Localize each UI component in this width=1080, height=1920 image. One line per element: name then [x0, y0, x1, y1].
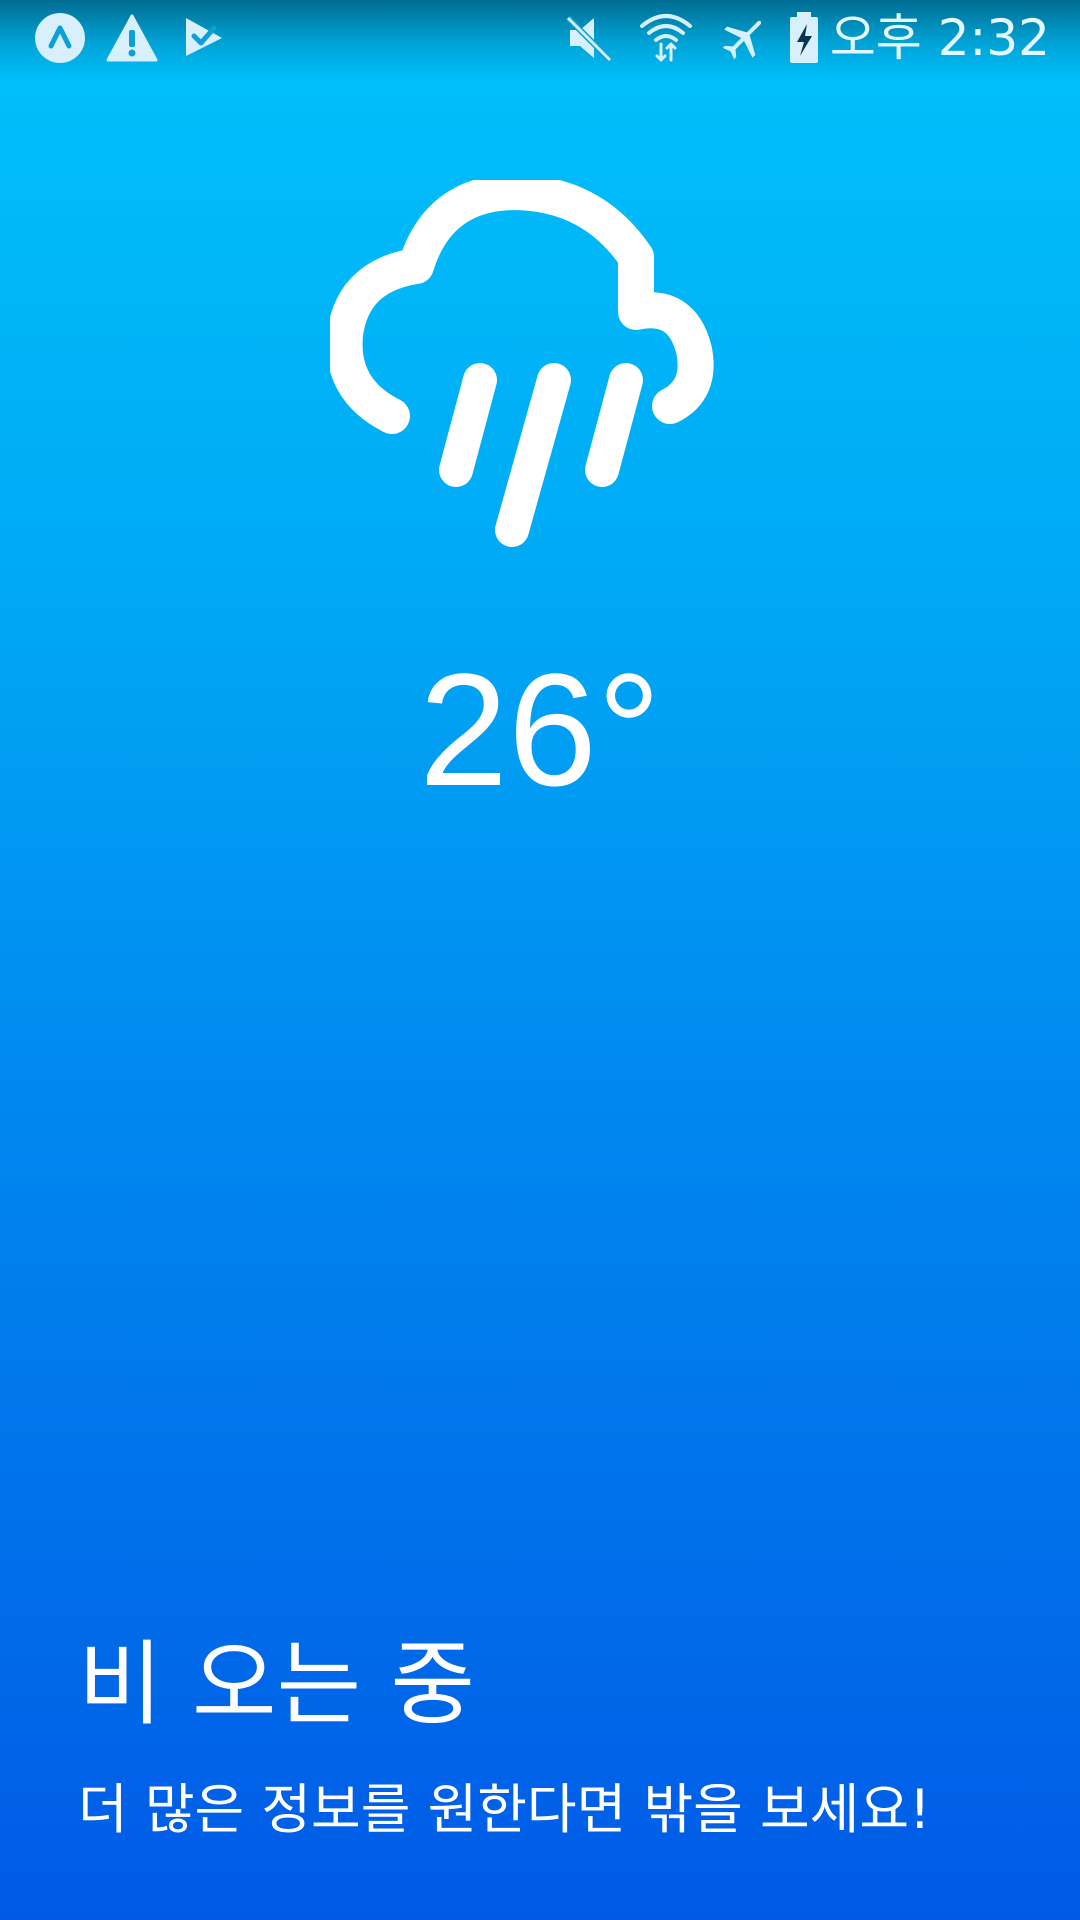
warning-icon — [104, 10, 160, 66]
mute-icon — [562, 10, 618, 66]
temperature-value: 26° — [419, 640, 661, 819]
airplane-mode-icon — [716, 10, 772, 66]
status-bar: 오후 2:32 — [0, 0, 1080, 80]
download-check-icon — [176, 10, 232, 66]
battery-charging-icon — [776, 10, 832, 66]
status-time: 오후 2:32 — [829, 9, 1050, 67]
weather-condition: 비 오는 중 — [78, 1631, 476, 1738]
weather-message: 더 많은 정보를 원한다면 밖을 보세요! — [78, 1778, 931, 1841]
wifi-icon — [638, 10, 694, 66]
rain-cloud-icon — [326, 174, 750, 560]
app-notification-icon — [32, 10, 88, 66]
